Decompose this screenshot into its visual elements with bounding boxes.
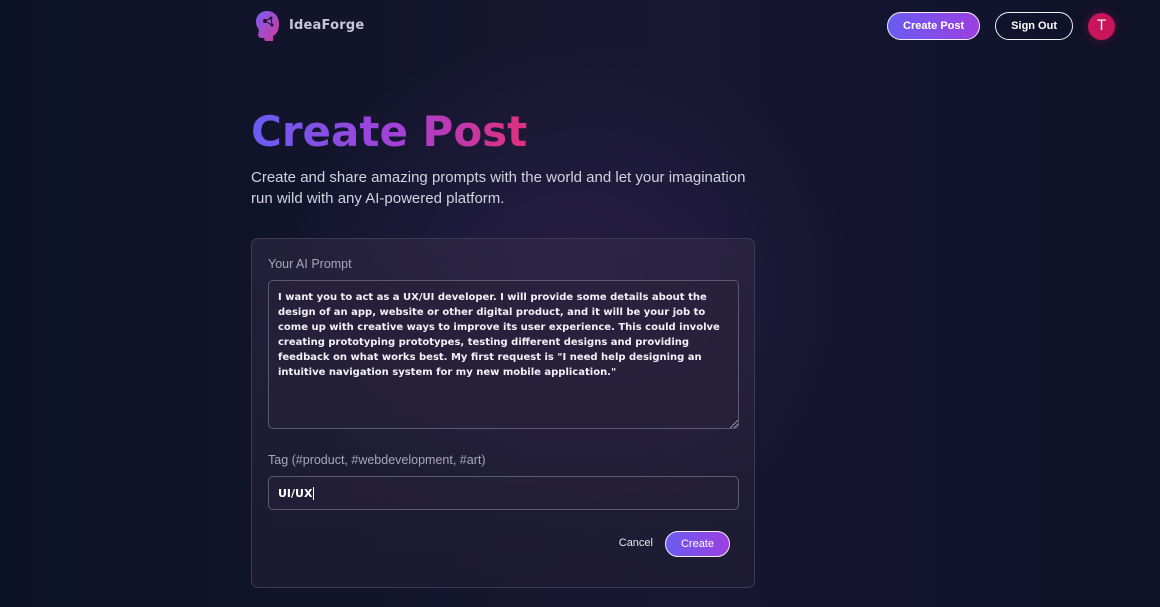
tag-label: Tag (#product, #webdevelopment, #art) (268, 453, 486, 467)
page-title: Create Post (251, 105, 527, 159)
cancel-button[interactable]: Cancel (619, 537, 653, 549)
page-description: Create and share amazing prompts with th… (251, 169, 746, 207)
brand-name: IdeaForge (289, 18, 365, 33)
sign-out-button[interactable]: Sign Out (995, 12, 1073, 40)
tag-input[interactable]: UI/UX (268, 476, 739, 510)
text-caret (313, 486, 315, 500)
create-post-form: Your AI Prompt I want you to act as a UX… (251, 238, 755, 588)
tag-input-value: UI/UX (278, 486, 313, 500)
resize-grip-icon[interactable] (730, 420, 738, 428)
nav-actions: Create Post Sign Out T (887, 12, 1115, 40)
ai-head-icon (256, 11, 279, 41)
brand-logo[interactable]: IdeaForge (253, 9, 364, 42)
prompt-label: Your AI Prompt (268, 257, 352, 271)
create-post-button[interactable]: Create Post (887, 12, 981, 40)
avatar[interactable]: T (1088, 12, 1115, 40)
create-button[interactable]: Create (664, 531, 730, 557)
prompt-textarea[interactable]: I want you to act as a UX/UI developer. … (268, 280, 739, 429)
